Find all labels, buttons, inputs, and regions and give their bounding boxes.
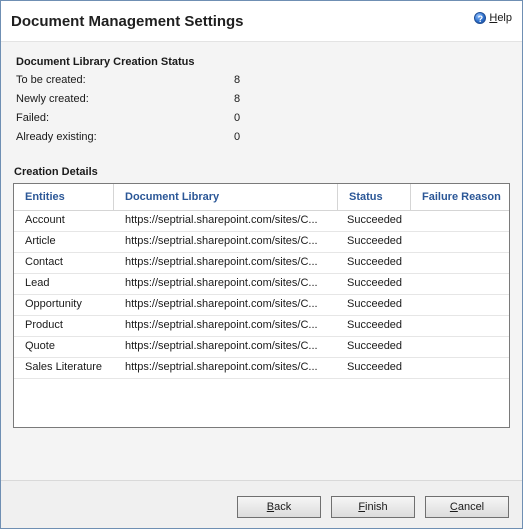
- stat-value: 8: [234, 74, 241, 86]
- help-label-rest: elp: [497, 12, 512, 24]
- entity-cell: Sales Literature: [25, 361, 103, 373]
- table-row[interactable]: Account https://septrial.sharepoint.com/…: [14, 210, 509, 232]
- library-cell: https://septrial.sharepoint.com/sites/C.…: [125, 361, 318, 373]
- stat-row-newly-created: Newly created: 8: [16, 93, 256, 107]
- table-row[interactable]: Product https://septrial.sharepoint.com/…: [14, 315, 509, 337]
- finish-button[interactable]: Finish: [331, 496, 415, 518]
- status-cell: Succeeded: [347, 277, 403, 289]
- stat-row-to-be-created: To be created: 8: [16, 74, 256, 88]
- stat-row-already-existing: Already existing: 0: [16, 131, 256, 145]
- table-row[interactable]: Article https://septrial.sharepoint.com/…: [14, 231, 509, 253]
- failure-reason-cell: [411, 315, 509, 336]
- table-row[interactable]: Sales Literature https://septrial.sharep…: [14, 357, 509, 379]
- creation-details-table[interactable]: Entities Document Library Status Failure…: [13, 183, 510, 428]
- back-button[interactable]: Back: [237, 496, 321, 518]
- entity-cell: Opportunity: [25, 298, 82, 310]
- library-cell: https://septrial.sharepoint.com/sites/C.…: [125, 277, 318, 289]
- failure-reason-cell: [411, 231, 509, 252]
- failure-reason-cell: [411, 294, 509, 315]
- stat-label: Already existing:: [16, 131, 97, 143]
- cancel-mnemonic: C: [449, 501, 458, 513]
- status-heading: Document Library Creation Status: [16, 56, 195, 68]
- column-header-status[interactable]: Status: [338, 184, 411, 210]
- stat-label: Failed:: [16, 112, 50, 124]
- failure-reason-cell: [411, 210, 509, 231]
- status-cell: Succeeded: [347, 235, 403, 247]
- entity-cell: Article: [25, 235, 56, 247]
- table-row[interactable]: Lead https://septrial.sharepoint.com/sit…: [14, 273, 509, 295]
- failure-reason-cell: [411, 357, 509, 378]
- stat-value: 0: [234, 131, 241, 143]
- stat-value: 0: [234, 112, 241, 124]
- entity-cell: Account: [25, 214, 65, 226]
- failure-reason-cell: [411, 273, 509, 294]
- document-management-settings-dialog: Document Management Settings ? Help Docu…: [0, 0, 523, 529]
- table-row[interactable]: Contact https://septrial.sharepoint.com/…: [14, 252, 509, 274]
- cancel-label-rest: ancel: [457, 501, 485, 513]
- status-cell: Succeeded: [347, 361, 403, 373]
- help-link[interactable]: ? Help: [474, 12, 512, 24]
- entity-cell: Contact: [25, 256, 63, 268]
- column-header-failure-reason[interactable]: Failure Reason: [411, 184, 509, 210]
- stat-value: 8: [234, 93, 241, 105]
- creation-details-heading: Creation Details: [14, 166, 98, 178]
- back-label-rest: ack: [274, 501, 292, 513]
- library-cell: https://septrial.sharepoint.com/sites/C.…: [125, 319, 318, 331]
- back-mnemonic: B: [266, 501, 275, 513]
- failure-reason-cell: [411, 252, 509, 273]
- dialog-title: Document Management Settings: [11, 13, 244, 30]
- table-row[interactable]: Quote https://septrial.sharepoint.com/si…: [14, 336, 509, 358]
- table-row[interactable]: Opportunity https://septrial.sharepoint.…: [14, 294, 509, 316]
- stat-row-failed: Failed: 0: [16, 112, 256, 126]
- column-header-entities[interactable]: Entities: [14, 184, 114, 210]
- status-cell: Succeeded: [347, 256, 403, 268]
- help-icon[interactable]: ?: [474, 12, 487, 24]
- library-cell: https://septrial.sharepoint.com/sites/C.…: [125, 340, 318, 352]
- status-cell: Succeeded: [347, 319, 403, 331]
- column-header-document-library[interactable]: Document Library: [114, 184, 338, 210]
- entity-cell: Lead: [25, 277, 50, 289]
- library-cell: https://septrial.sharepoint.com/sites/C.…: [125, 214, 318, 226]
- stat-label: Newly created:: [16, 93, 89, 105]
- library-cell: https://septrial.sharepoint.com/sites/C.…: [125, 298, 318, 310]
- table-header: Entities Document Library Status Failure…: [14, 184, 509, 211]
- stat-label: To be created:: [16, 74, 86, 86]
- entity-cell: Quote: [25, 340, 55, 352]
- finish-label-rest: inish: [365, 501, 388, 513]
- dialog-header: Document Management Settings ? Help: [1, 1, 522, 42]
- help-label[interactable]: Help: [489, 12, 512, 24]
- library-cell: https://septrial.sharepoint.com/sites/C.…: [125, 235, 318, 247]
- failure-reason-cell: [411, 336, 509, 357]
- entity-cell: Product: [25, 319, 63, 331]
- dialog-footer: Back Finish Cancel: [1, 480, 522, 528]
- status-cell: Succeeded: [347, 214, 403, 226]
- cancel-button[interactable]: Cancel: [425, 496, 509, 518]
- status-cell: Succeeded: [347, 340, 403, 352]
- library-cell: https://septrial.sharepoint.com/sites/C.…: [125, 256, 318, 268]
- status-cell: Succeeded: [347, 298, 403, 310]
